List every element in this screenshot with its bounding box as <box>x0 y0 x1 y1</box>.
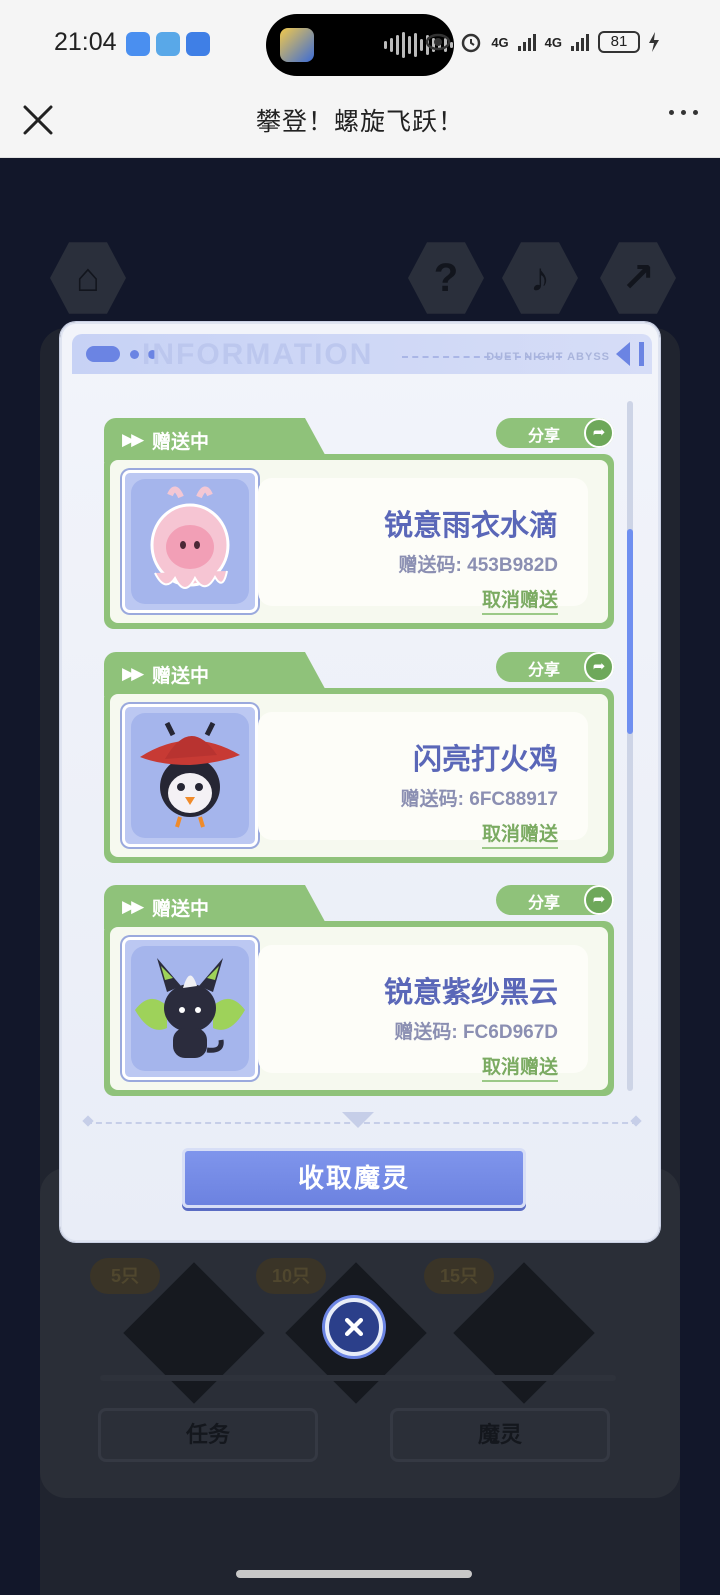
network-label-2: 4G <box>544 34 562 50</box>
share-icon: ↗ <box>600 242 676 314</box>
share-arrow-icon: ➦ <box>584 885 614 915</box>
scrollbar-track[interactable] <box>627 401 633 1091</box>
share-label: 分享 <box>528 895 561 912</box>
close-icon <box>344 1317 364 1337</box>
signal-icon <box>571 34 589 51</box>
app-screen: 21:04 4G 4G 81 攀登！螺旋飞跃！ ⌂ ? ♪ ↗ 5只 10只 1… <box>0 0 720 1595</box>
card-info: 闪亮打火鸡 赠送码: 6FC88917 取消赠送 <box>258 712 588 849</box>
more-icon[interactable] <box>669 110 698 115</box>
weather-icon <box>156 32 180 56</box>
fast-forward-icon: ▶▶ <box>122 430 144 449</box>
tab-spirit: 魔灵 <box>390 1408 610 1462</box>
card-inner: 锐意雨衣水滴 赠送码: 453B982D 取消赠送 <box>110 460 608 623</box>
music-icon: ♪ <box>502 242 578 314</box>
share-button[interactable]: 分享 ➦ <box>496 418 614 448</box>
divider-end <box>630 1115 642 1127</box>
reward-badge: 15只 <box>424 1258 494 1294</box>
gift-card: ▶▶ 赠送中 分享 ➦ <box>104 418 614 633</box>
game-app-icon <box>280 28 314 62</box>
close-modal-button[interactable] <box>325 1298 383 1356</box>
chevron-down-icon <box>342 1112 374 1128</box>
card-body: 锐意雨衣水滴 赠送码: 453B982D 取消赠送 <box>104 454 614 629</box>
share-button[interactable]: 分享 ➦ <box>496 885 614 915</box>
page-title: 攀登！螺旋飞跃！ <box>255 108 464 136</box>
pet-portrait <box>122 937 258 1080</box>
card-info: 锐意雨衣水滴 赠送码: 453B982D 取消赠送 <box>258 478 588 615</box>
share-label: 分享 <box>528 662 561 679</box>
charging-icon <box>649 32 659 52</box>
alarm-icon <box>462 33 481 53</box>
pet-portrait <box>122 470 258 613</box>
help-icon: ? <box>408 242 484 314</box>
card-inner: 闪亮打火鸡 赠送码: 6FC88917 取消赠送 <box>110 694 608 857</box>
collect-spirit-button[interactable]: 收取魔灵 <box>182 1148 526 1208</box>
header-dot <box>130 350 139 359</box>
card-status: 赠送中 <box>152 666 210 687</box>
reward-badge: 10只 <box>256 1258 326 1294</box>
collapse-arrow-icon <box>616 342 630 366</box>
gift-code: 赠送码: 6FC88917 <box>400 789 558 810</box>
modal-header: INFORMATION DUET NIGHT ABYSS <box>72 334 652 374</box>
eye-icon <box>426 33 451 51</box>
card-info: 锐意紫纱黑云 赠送码: FC6D967D 取消赠送 <box>258 945 588 1082</box>
card-body: 锐意紫纱黑云 赠送码: FC6D967D 取消赠送 <box>104 921 614 1096</box>
scrollbar-thumb[interactable] <box>627 529 633 734</box>
card-inner: 锐意紫纱黑云 赠送码: FC6D967D 取消赠送 <box>110 927 608 1090</box>
collapse-bar <box>639 342 644 366</box>
share-button[interactable]: 分享 ➦ <box>496 652 614 682</box>
status-bar: 21:04 4G 4G 81 <box>0 0 720 88</box>
header-pill <box>86 346 120 362</box>
signal-icon <box>517 34 536 51</box>
cancel-gift-link[interactable]: 取消赠送 <box>481 585 558 615</box>
header-watermark: INFORMATION <box>142 338 374 371</box>
home-icon: ⌂ <box>50 242 126 314</box>
fast-forward-icon: ▶▶ <box>122 664 144 683</box>
fast-forward-icon: ▶▶ <box>122 897 144 916</box>
tab-task: 任务 <box>98 1408 318 1462</box>
card-status: 赠送中 <box>152 432 210 453</box>
gift-code: 赠送码: FC6D967D <box>394 1022 558 1043</box>
cancel-gift-link[interactable]: 取消赠送 <box>481 819 558 849</box>
gift-card: ▶▶ 赠送中 分享 ➦ <box>104 885 614 1100</box>
pet-portrait <box>122 704 258 847</box>
reward-badge: 5只 <box>90 1258 160 1294</box>
share-label: 分享 <box>528 428 561 445</box>
progress-track <box>100 1375 616 1381</box>
gift-modal: INFORMATION DUET NIGHT ABYSS ▶▶ 赠送中 分享 ➦ <box>60 322 660 1242</box>
title-bar: 攀登！螺旋飞跃！ <box>0 88 720 158</box>
battery-indicator: 81 <box>598 31 640 53</box>
gift-code: 赠送码: 453B982D <box>398 555 558 576</box>
gift-card: ▶▶ 赠送中 分享 ➦ <box>104 652 614 867</box>
message-icon <box>126 32 150 56</box>
pet-name: 闪亮打火鸡 <box>412 744 558 776</box>
pet-name: 锐意雨衣水滴 <box>383 510 558 542</box>
security-icon <box>186 32 210 56</box>
pet-name: 锐意紫纱黑云 <box>383 977 558 1009</box>
pet-drop-image <box>150 486 230 589</box>
card-body: 闪亮打火鸡 赠送码: 6FC88917 取消赠送 <box>104 688 614 863</box>
share-arrow-icon: ➦ <box>584 652 614 682</box>
header-label: DUET NIGHT ABYSS <box>486 351 610 363</box>
network-label-1: 4G <box>491 34 509 50</box>
pet-turkey-image <box>140 721 240 828</box>
status-right: 4G 4G 81 <box>425 30 660 54</box>
home-indicator[interactable] <box>236 1570 472 1578</box>
card-status: 赠送中 <box>152 899 210 920</box>
divider-end <box>82 1115 94 1127</box>
share-arrow-icon: ➦ <box>584 418 614 448</box>
pet-cloud-image <box>135 958 245 1058</box>
cancel-gift-link[interactable]: 取消赠送 <box>481 1052 558 1082</box>
status-time: 21:04 <box>54 28 117 56</box>
notification-icons <box>126 32 210 56</box>
